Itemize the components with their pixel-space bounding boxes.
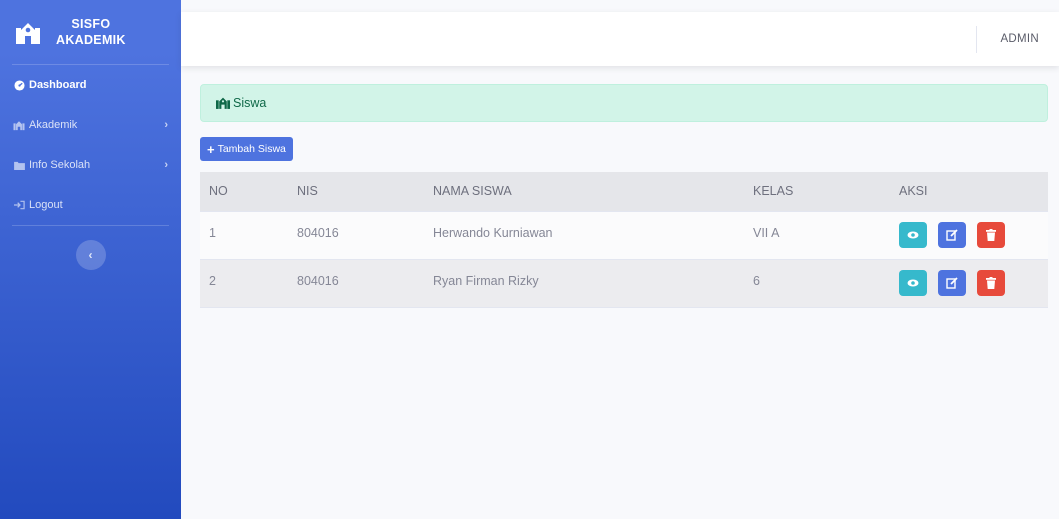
edit-icon [946, 228, 958, 241]
sidebar-item-label: Logout [29, 199, 63, 211]
chevron-right-icon: › [164, 119, 168, 131]
cell-nama: Herwando Kurniawan [424, 210, 744, 259]
table-row: 1 804016 Herwando Kurniawan VII A [200, 210, 1048, 259]
eye-icon [907, 279, 919, 286]
cell-nis: 804016 [288, 258, 424, 308]
column-header-aksi: AKSI [890, 172, 1048, 211]
edit-button[interactable] [938, 221, 966, 248]
school-icon [216, 97, 230, 109]
cell-no: 1 [200, 210, 288, 259]
sidebar-item-label: Akademik [29, 119, 78, 131]
brand[interactable]: SISFO AKADEMIK [0, 0, 181, 64]
table-row: 2 804016 Ryan Firman Rizky 6 [200, 258, 1048, 308]
chevron-left-icon: ‹ [88, 248, 93, 262]
cell-nama: Ryan Firman Rizky [424, 258, 744, 308]
cell-aksi [890, 258, 1048, 308]
sidebar: SISFO AKADEMIK Dashboard Akademik › Info… [0, 0, 181, 519]
plus-icon: + [207, 141, 215, 157]
trash-icon [986, 228, 996, 241]
sidebar-item-label: Dashboard [29, 79, 87, 91]
chevron-right-icon: › [164, 159, 168, 171]
delete-button[interactable] [977, 269, 1005, 296]
school-icon [13, 119, 25, 131]
sidebar-divider [12, 225, 169, 226]
page-title: Siswa [233, 96, 267, 110]
sidebar-item-akademik[interactable]: Akademik › [0, 105, 181, 145]
sidebar-item-info-sekolah[interactable]: Info Sekolah › [0, 145, 181, 185]
cell-aksi [890, 210, 1048, 259]
column-header-nama[interactable]: NAMA SISWA [424, 172, 744, 211]
cell-no: 2 [200, 258, 288, 308]
column-header-nis[interactable]: NIS [288, 172, 424, 211]
view-button[interactable] [899, 269, 927, 296]
cell-kelas: VII A [744, 210, 890, 259]
add-siswa-button[interactable]: + Tambah Siswa [200, 137, 293, 161]
topbar-divider [976, 26, 977, 53]
siswa-table: NO NIS NAMA SISWA KELAS AKSI 1 804016 He… [200, 172, 1048, 308]
brand-name: SISFO AKADEMIK [56, 17, 126, 47]
folder-icon [13, 159, 25, 171]
cell-kelas: 6 [744, 258, 890, 308]
edit-button[interactable] [938, 269, 966, 296]
sidebar-item-label: Info Sekolah [29, 159, 91, 171]
sign-out-icon [13, 199, 25, 211]
sidebar-item-dashboard[interactable]: Dashboard [0, 65, 181, 105]
column-header-no[interactable]: NO [200, 172, 288, 211]
eye-icon [907, 231, 919, 238]
user-menu[interactable]: ADMIN [1000, 12, 1039, 66]
cell-nis: 804016 [288, 210, 424, 259]
column-header-kelas[interactable]: KELAS [744, 172, 890, 211]
school-icon [16, 23, 40, 44]
topbar: ADMIN [181, 12, 1059, 66]
delete-button[interactable] [977, 221, 1005, 248]
view-button[interactable] [899, 221, 927, 248]
sidebar-toggle-button[interactable]: ‹ [75, 240, 106, 270]
page-heading: Siswa [200, 84, 1048, 122]
edit-icon [946, 276, 958, 289]
trash-icon [986, 276, 996, 289]
tachometer-icon [13, 79, 25, 91]
table-header-row: NO NIS NAMA SISWA KELAS AKSI [200, 172, 1048, 211]
add-siswa-label: Tambah Siswa [217, 143, 286, 155]
sidebar-item-logout[interactable]: Logout [0, 185, 181, 225]
